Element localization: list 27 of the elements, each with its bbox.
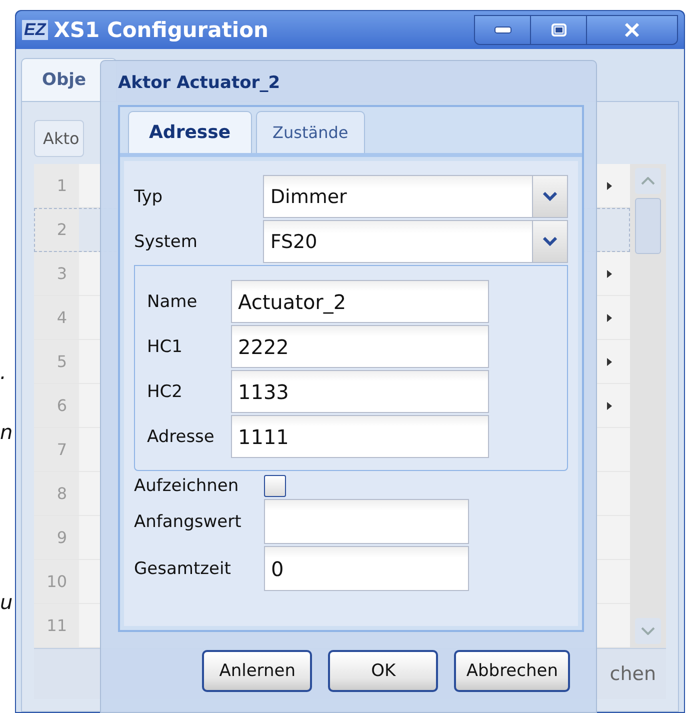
logo: EZ: [22, 20, 48, 40]
field-label: Typ: [134, 186, 164, 206]
row-number: 3: [34, 252, 79, 295]
field-label: Name: [147, 292, 198, 312]
row-number: 6: [34, 384, 79, 427]
text-fragment: n: [0, 420, 13, 444]
button-label: chen: [610, 663, 657, 685]
row-number: 5: [34, 340, 79, 383]
row-number: 10: [34, 560, 79, 603]
text-fragment: u: [0, 590, 13, 614]
row-number: 9: [34, 516, 79, 559]
dialog-title: Aktor Actuator_2: [118, 72, 282, 95]
row-number: 7: [34, 428, 79, 471]
field-label: Aufzeichnen: [134, 476, 240, 496]
field-label: Gesamtzeit: [134, 558, 232, 578]
field-label: Adresse: [147, 426, 216, 446]
field-label: HC2: [147, 382, 184, 402]
field-label: System: [134, 232, 198, 252]
row-number: 8: [34, 472, 79, 515]
row-number: 2: [34, 208, 79, 251]
row-number: 4: [34, 296, 79, 339]
window-title: XS1 Configuration: [54, 18, 270, 42]
row-number: 1: [34, 164, 79, 207]
text-fragment: .: [0, 360, 6, 384]
field-label: HC1: [147, 336, 184, 356]
row-number: 11: [34, 604, 79, 647]
field-label: Anfangswert: [134, 512, 242, 532]
